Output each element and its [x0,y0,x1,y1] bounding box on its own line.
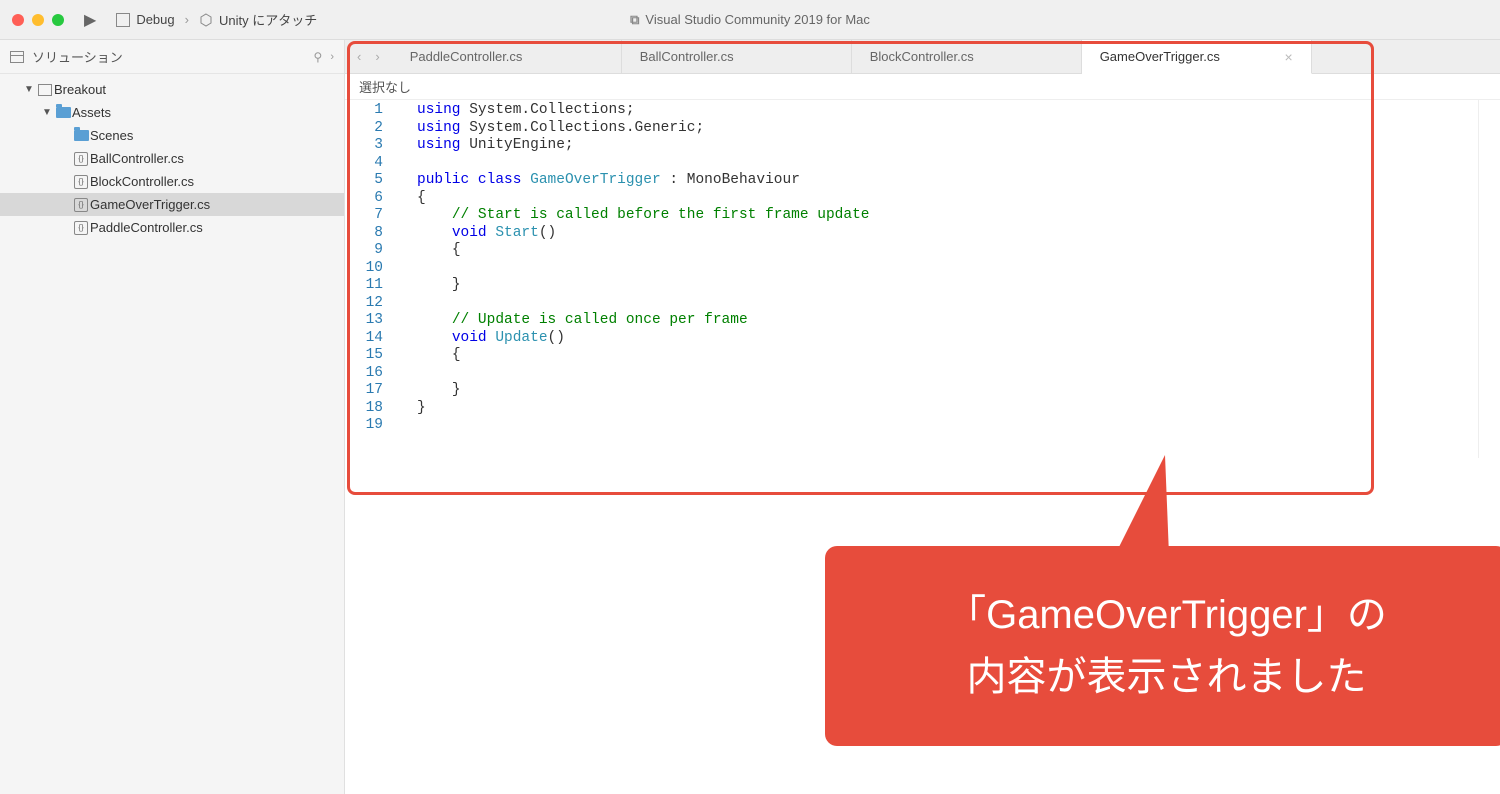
visual-studio-icon: ⧉ [630,12,639,28]
project-icon [36,84,54,96]
tree-file-gameover[interactable]: {} GameOverTrigger.cs [0,193,344,216]
folder-icon [54,107,72,118]
close-window-icon[interactable] [12,14,24,26]
line-number-gutter: 12345678910111213141516171819 [345,102,417,435]
tree-file-label: BlockController.cs [90,174,194,189]
code-content[interactable]: using System.Collections;using System.Co… [417,102,869,435]
csharp-file-icon: {} [72,198,90,212]
callout-arrow-icon [1115,455,1169,555]
editor-margin-line [1478,100,1479,458]
csharp-file-icon: {} [72,152,90,166]
tree-file-label: GameOverTrigger.cs [90,197,210,212]
unity-attach-label: Unity にアタッチ [219,10,317,29]
tab-ball[interactable]: BallController.cs [622,40,852,73]
tab-label: PaddleController.cs [410,49,523,64]
maximize-window-icon[interactable] [52,14,64,26]
toolbar-config[interactable]: Debug › Unity にアタッチ [116,10,317,29]
solution-panel-title: ソリューション [32,47,123,66]
csharp-file-icon: {} [72,175,90,189]
tree-project-label: Breakout [54,82,106,97]
traffic-lights [12,14,64,26]
tab-paddle[interactable]: PaddleController.cs [392,40,622,73]
annotation-callout: 「GameOverTrigger」の 内容が表示されました [825,546,1500,746]
tree-project[interactable]: ▼ Breakout [0,78,344,101]
unity-icon [199,13,213,27]
tab-label: BallController.cs [640,49,734,64]
tab-label: BlockController.cs [870,49,974,64]
close-tab-icon[interactable]: × [1285,49,1293,65]
tree-scenes[interactable]: Scenes [0,124,344,147]
tree-assets-label: Assets [72,105,111,120]
titlebar: ▶ Debug › Unity にアタッチ ⧉ Visual Studio Co… [0,0,1500,40]
breadcrumb-text: 選択なし [359,77,411,96]
nav-back-icon[interactable]: ‹ [357,49,361,64]
code-editor[interactable]: 12345678910111213141516171819 using Syst… [345,100,1500,435]
solution-panel-icon [10,51,24,63]
csharp-file-icon: {} [72,221,90,235]
tree-assets[interactable]: ▼ Assets [0,101,344,124]
debug-label: Debug [136,12,174,27]
tab-block[interactable]: BlockController.cs [852,40,1082,73]
tab-gameover[interactable]: GameOverTrigger.cs × [1082,40,1312,74]
tree-file-paddle[interactable]: {} PaddleController.cs [0,216,344,239]
editor-tabs: ‹ › PaddleController.cs BallController.c… [345,40,1500,74]
nav-forward-icon[interactable]: › [375,49,379,64]
pin-icon[interactable]: ⚲ [314,50,323,64]
run-play-icon[interactable]: ▶ [84,10,96,30]
chevron-down-icon: ▼ [22,84,36,95]
window-title-text: Visual Studio Community 2019 for Mac [645,12,869,27]
callout-text: 「GameOverTrigger」の 内容が表示されました [946,584,1387,708]
chevron-down-icon: ▼ [40,107,54,118]
editor-breadcrumb[interactable]: 選択なし [345,74,1500,100]
editor-area: ‹ › PaddleController.cs BallController.c… [345,40,1500,794]
sidebar: ソリューション ⚲ › ▼ Breakout ▼ Assets Scenes [0,40,345,794]
solution-panel-header: ソリューション ⚲ › [0,40,344,74]
folder-icon [72,130,90,141]
separator-chevron-icon: › [185,12,189,27]
tab-nav: ‹ › [345,40,392,73]
tree-file-label: PaddleController.cs [90,220,203,235]
tree-file-block[interactable]: {} BlockController.cs [0,170,344,193]
minimize-window-icon[interactable] [32,14,44,26]
panel-menu-chevron-icon[interactable]: › [330,51,334,63]
tree-file-ball[interactable]: {} BallController.cs [0,147,344,170]
target-icon [116,13,130,27]
solution-tree: ▼ Breakout ▼ Assets Scenes {} BallContro… [0,74,344,243]
tree-file-label: BallController.cs [90,151,184,166]
tab-label: GameOverTrigger.cs [1100,49,1220,64]
tree-scenes-label: Scenes [90,128,133,143]
window-title: ⧉ Visual Studio Community 2019 for Mac [630,12,870,28]
